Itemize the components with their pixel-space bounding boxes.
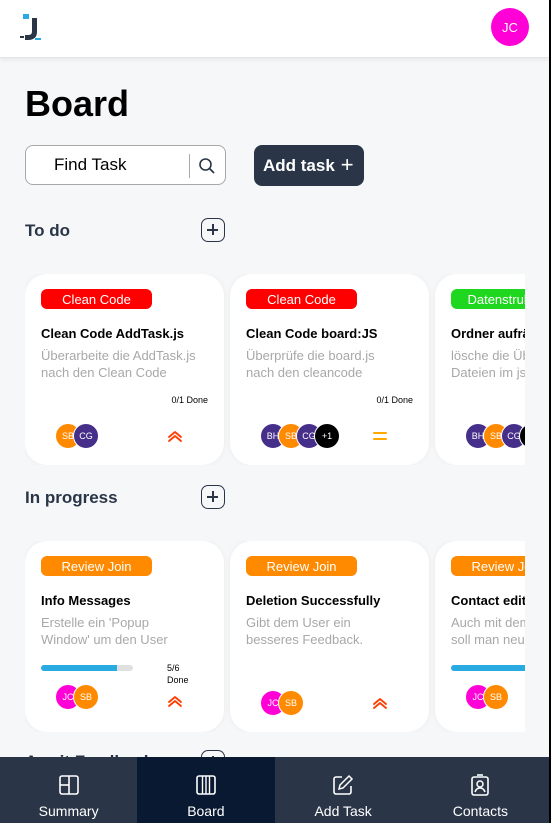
nav-add-task[interactable]: Add Task xyxy=(275,757,412,823)
task-card[interactable]: Review Join Deletion Successfully Gibt dem… xyxy=(230,541,429,732)
category-label: Datenstruktur xyxy=(451,289,525,309)
category-label: Review Join xyxy=(451,556,525,576)
task-description: Auch mit dem Editsoll man neu rendern xyxy=(451,615,525,647)
add-todo-plus-icon[interactable] xyxy=(201,218,225,242)
top-header: JC xyxy=(0,0,549,58)
subtask-count: 0/1 Done xyxy=(171,395,208,405)
nav-contacts-label: Contacts xyxy=(452,803,508,819)
add-task-button[interactable]: Add task + xyxy=(254,145,364,186)
task-card[interactable]: Datenstruktur Ordner aufräumen lösche die … xyxy=(435,274,525,465)
assignee-avatar: +1 xyxy=(314,423,340,449)
summary-icon xyxy=(58,775,79,795)
search-icon[interactable] xyxy=(197,156,217,176)
category-label: Clean Code xyxy=(246,289,357,309)
nav-summary[interactable]: Summary xyxy=(0,757,137,823)
task-title: Info Messages xyxy=(41,593,131,608)
add-in-progress-plus-icon[interactable] xyxy=(201,485,225,509)
category-label: Clean Code xyxy=(41,289,152,309)
task-description: Überarbeite die AddTask.js nach den Clean… xyxy=(41,348,196,380)
task-card[interactable]: Clean Code Clean Code AddTask.js Überarbei… xyxy=(25,274,224,465)
assignee-avatar: SB xyxy=(483,684,509,710)
progress-text: 5/6 Done xyxy=(167,663,189,685)
search-input[interactable]: Find Task xyxy=(54,155,126,175)
task-title: Clean Code board:JS xyxy=(246,326,378,341)
board-icon xyxy=(196,775,216,795)
task-title: Clean Code AddTask.js xyxy=(41,326,185,341)
todo-row: Clean Code Clean Code AddTask.js Überarbei… xyxy=(25,274,525,465)
nav-add-task-label: Add Task xyxy=(314,803,372,819)
search-box[interactable]: Find Task xyxy=(25,145,226,185)
section-title-todo: To do xyxy=(25,221,70,240)
assignee-avatar: CG xyxy=(73,423,99,449)
nav-board[interactable]: Board xyxy=(137,757,275,823)
bottom-nav: Summary Board Add Task Contacts xyxy=(0,757,549,823)
priority-urgent-icon xyxy=(373,698,387,709)
contacts-icon xyxy=(471,774,490,796)
add-task-label: Add task xyxy=(263,155,335,175)
assignee-avatar: SB xyxy=(73,684,99,710)
task-description: Erstelle ein 'Popup Window' um den User xyxy=(41,615,168,647)
user-avatar[interactable]: JC xyxy=(491,8,529,46)
search-divider xyxy=(189,154,190,178)
in-progress-row: Review Join Info Messages Erstelle ein 'Po… xyxy=(25,541,525,732)
add-task-icon xyxy=(333,774,354,795)
task-card[interactable]: Review Join Info Messages Erstelle ein 'Po… xyxy=(25,541,224,732)
nav-contacts[interactable]: Contacts xyxy=(412,757,549,823)
app-frame: JC Board Find Task Add task + To do Clea… xyxy=(0,0,549,823)
task-description: Überprüfe die board.js nach den cleancode xyxy=(246,348,375,380)
task-card[interactable]: Clean Code Clean Code board:JS Überprüfe d… xyxy=(230,274,429,465)
category-label: Review Join xyxy=(41,556,152,576)
progress-bar xyxy=(41,665,133,671)
section-title-in-progress: In progress xyxy=(25,488,118,507)
task-card[interactable]: Review Join Contact editieren Auch mit dem… xyxy=(435,541,525,732)
nav-board-label: Board xyxy=(187,803,225,819)
task-title: Ordner aufräumen xyxy=(451,326,525,341)
task-title: Contact editieren xyxy=(451,593,525,608)
task-description: Gibt dem User ein besseres Feedback. xyxy=(246,615,364,647)
category-label: Review Join xyxy=(246,556,357,576)
page-title: Board xyxy=(25,83,130,124)
priority-medium-icon xyxy=(373,432,387,440)
task-title: Deletion Successfully xyxy=(246,593,381,608)
join-logo-icon[interactable] xyxy=(18,12,42,42)
assignee-avatar: SB xyxy=(278,690,304,716)
plus-icon: + xyxy=(340,151,354,177)
subtask-count: 0/1 Done xyxy=(376,395,413,405)
priority-urgent-icon xyxy=(168,696,182,707)
priority-urgent-icon xyxy=(168,431,182,442)
progress-bar xyxy=(451,665,525,671)
nav-summary-label: Summary xyxy=(38,803,99,819)
task-description: lösche die ÜbrigenDateien im js Ordner xyxy=(451,348,525,380)
